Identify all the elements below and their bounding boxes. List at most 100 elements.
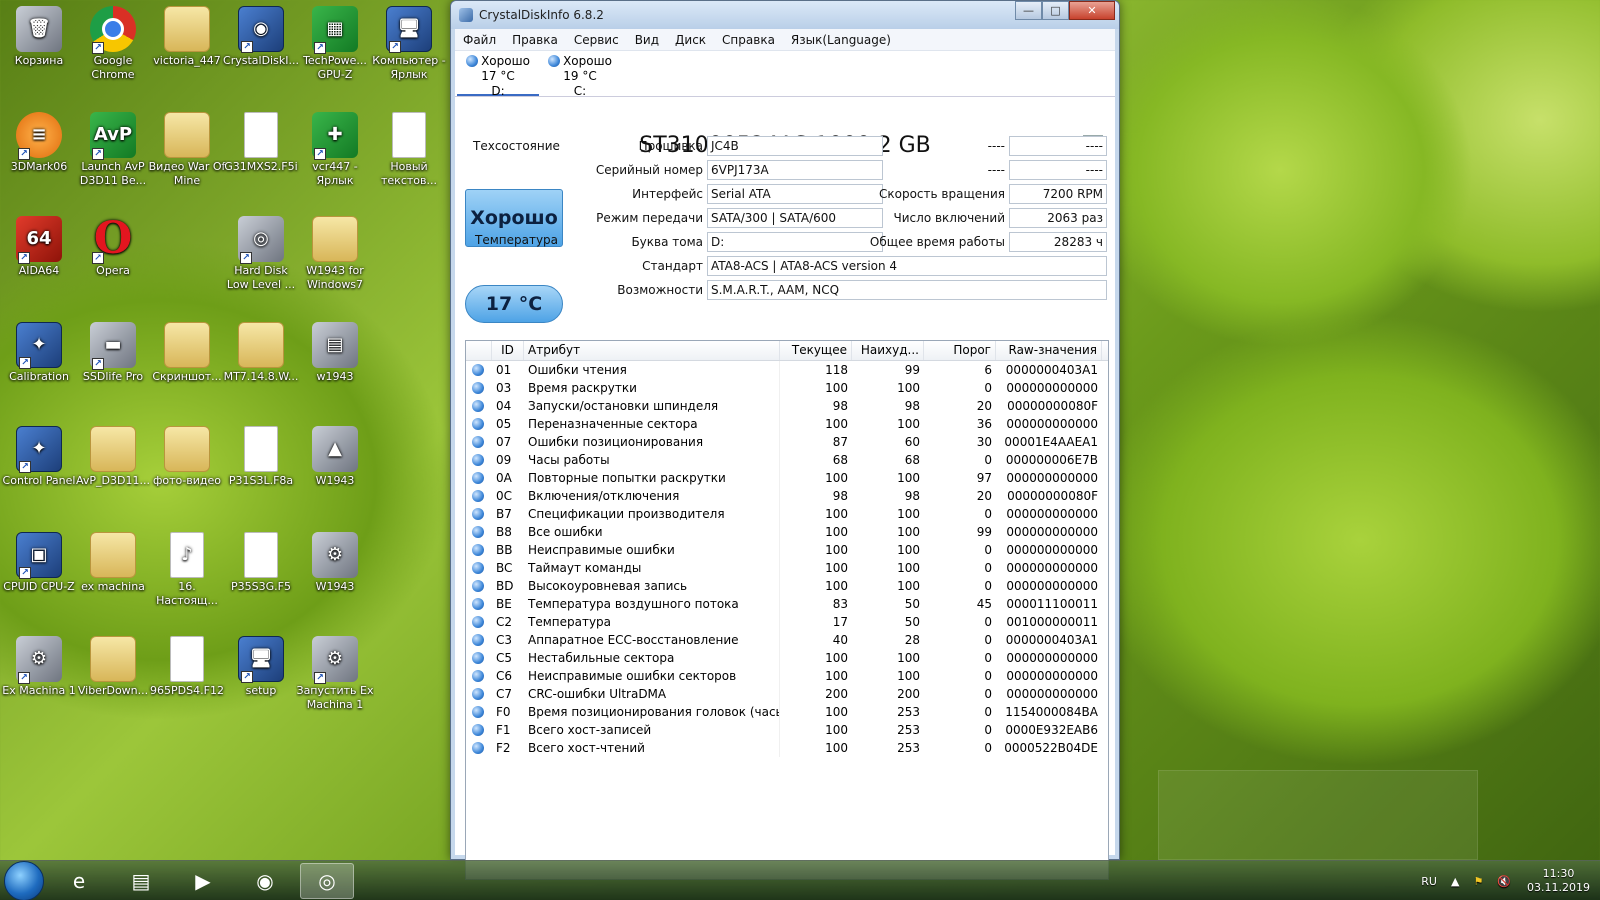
column-header[interactable]: Raw-значения bbox=[996, 341, 1102, 360]
table-row[interactable]: 04 Запуски/остановки шпинделя 98 98 20 000000… bbox=[466, 397, 1108, 415]
flag-icon[interactable]: ⚑ bbox=[1473, 875, 1483, 888]
table-row[interactable]: F0 Время позиционирования головок (часы) 1… bbox=[466, 703, 1108, 721]
table-row[interactable]: B8 Все ошибки 100 100 99 000000000000 bbox=[466, 523, 1108, 541]
drive-tab[interactable]: Хорошо 17 °C D: bbox=[457, 51, 539, 98]
taskbar-app-explorer[interactable]: ▤ bbox=[114, 863, 168, 899]
taskbar-app-chrome[interactable]: ◉ bbox=[238, 863, 292, 899]
desktop-icon-label: ex machina bbox=[81, 580, 145, 593]
desktop-icon[interactable]: P35S3G.F5 bbox=[222, 532, 300, 594]
menu-item[interactable]: Файл bbox=[455, 33, 504, 47]
table-row[interactable]: C7 CRC-ошибки UltraDMA 200 200 0 000000000000 bbox=[466, 685, 1108, 703]
desktop-icon[interactable]: ⚙ ↗ Запустить Ex Machina 1 bbox=[296, 636, 374, 712]
table-row[interactable]: F2 Всего хост-чтений 100 253 0 0000522B04DE bbox=[466, 739, 1108, 757]
table-cell: 100 bbox=[897, 651, 920, 665]
title-bar[interactable]: CrystalDiskInfo 6.8.2 — □ ✕ bbox=[451, 1, 1119, 29]
desktop-icon[interactable]: AvP ↗ Launch AvP D3D11 Be... bbox=[74, 112, 152, 188]
taskbar-app-crystaldisk[interactable]: ◎ bbox=[300, 862, 354, 899]
desktop-icon[interactable]: ▬ ↗ SSDlife Pro bbox=[74, 322, 152, 384]
desktop-icon[interactable]: ViberDown... bbox=[74, 636, 152, 698]
desktop-icon-label: Calibration bbox=[9, 370, 69, 383]
table-row[interactable]: BD Высокоуровневая запись 100 100 0 000000000… bbox=[466, 577, 1108, 595]
desktop-icon[interactable]: victoria_447 bbox=[148, 6, 226, 68]
column-header[interactable]: Порог bbox=[924, 341, 996, 360]
desktop-icon[interactable]: ✚ ↗ vcr447 - Ярлык bbox=[296, 112, 374, 188]
desktop-icon[interactable]: ◎ ↗ Hard Disk Low Level ... bbox=[222, 216, 300, 292]
table-row[interactable]: BE Температура воздушного потока 83 50 45 000… bbox=[466, 595, 1108, 613]
desktop-icon[interactable]: AvP_D3D11... bbox=[74, 426, 152, 488]
desktop-icon[interactable]: ✦ ↗ Calibration bbox=[0, 322, 78, 384]
desktop-icon[interactable]: Новый текстов... bbox=[370, 112, 448, 188]
desktop-icon[interactable]: ▣ ↗ CPUID CPU-Z bbox=[0, 532, 78, 594]
menu-item[interactable]: Справка bbox=[714, 33, 783, 47]
table-row[interactable]: BB Неисправимые ошибки 100 100 0 000000000000 bbox=[466, 541, 1108, 559]
desktop-icon[interactable]: ≡ ↗ 3DMark06 bbox=[0, 112, 78, 174]
desktop-icon[interactable]: ♪ 16. Настоящ... bbox=[148, 532, 226, 608]
column-header[interactable]: Текущее bbox=[780, 341, 852, 360]
desktop-icon[interactable]: 965PDS4.F12 bbox=[148, 636, 226, 698]
table-row[interactable]: BC Таймаут команды 100 100 0 000000000000 bbox=[466, 559, 1108, 577]
desktop-icon[interactable]: Скриншот... bbox=[148, 322, 226, 384]
table-row[interactable]: 03 Время раскрутки 100 100 0 000000000000 bbox=[466, 379, 1108, 397]
drive-tab[interactable]: Хорошо 19 °C C: bbox=[539, 51, 621, 98]
menu-item[interactable]: Диск bbox=[667, 33, 714, 47]
column-header[interactable]: Атрибут bbox=[524, 341, 780, 360]
status-dot-icon bbox=[471, 598, 484, 610]
tray-arrow-icon[interactable]: ▲ bbox=[1451, 875, 1459, 888]
table-row[interactable]: 01 Ошибки чтения 118 99 6 0000000403A1 bbox=[466, 361, 1108, 379]
desktop-icon[interactable]: ◉ ↗ CrystalDiskI... bbox=[222, 6, 300, 68]
desktop-icon[interactable]: 🖥 ↗ setup bbox=[222, 636, 300, 698]
table-row[interactable]: 07 Ошибки позиционирования 87 60 30 00001E4AA… bbox=[466, 433, 1108, 451]
desktop-icon[interactable]: O ↗ Opera bbox=[74, 216, 152, 278]
desktop-icon[interactable]: фото-видео bbox=[148, 426, 226, 488]
table-row[interactable]: C5 Нестабильные сектора 100 100 0 00000000000… bbox=[466, 649, 1108, 667]
desktop-icon[interactable]: P31S3L.F8a bbox=[222, 426, 300, 488]
status-dot-icon bbox=[471, 562, 484, 574]
table-row[interactable]: C2 Температура 17 50 0 001000000011 bbox=[466, 613, 1108, 631]
table-row[interactable]: 0C Включения/отключения 98 98 20 00000000080F bbox=[466, 487, 1108, 505]
maximize-button[interactable]: □ bbox=[1042, 1, 1069, 20]
desktop-icon[interactable]: ▦ ↗ TechPowe... GPU-Z bbox=[296, 6, 374, 82]
desktop-icon-label: G31MXS2.F5i bbox=[224, 160, 298, 173]
close-button[interactable]: ✕ bbox=[1069, 1, 1115, 20]
taskbar-app-ie[interactable]: e bbox=[52, 863, 106, 899]
desktop-icon[interactable]: 🖥 ↗ Компьютер - Ярлык bbox=[370, 6, 448, 82]
column-header[interactable]: ID bbox=[492, 341, 524, 360]
desktop-icon-image: ▣ ↗ bbox=[16, 532, 62, 579]
desktop-icon[interactable]: W1943 for Windows7 bbox=[296, 216, 374, 292]
desktop-icon[interactable]: 64 ↗ AIDA64 bbox=[0, 216, 78, 278]
volume-icon[interactable]: 🔇 bbox=[1497, 875, 1511, 888]
desktop-icon[interactable]: ↗ Google Chrome bbox=[74, 6, 152, 82]
smart-table[interactable]: ID Атрибут Текущее Наихуд... Порог Raw-значен… bbox=[465, 340, 1109, 880]
table-row[interactable]: 0A Повторные попытки раскрутки 100 100 97 000… bbox=[466, 469, 1108, 487]
table-cell: BC bbox=[496, 561, 513, 575]
desktop-icon[interactable]: ▤ w1943 bbox=[296, 322, 374, 384]
clock[interactable]: 11:30 03.11.2019 bbox=[1527, 867, 1590, 895]
table-cell: 100 bbox=[825, 543, 848, 557]
desktop-icon[interactable]: Видео War Of Mine bbox=[148, 112, 226, 188]
table-row[interactable]: C6 Неисправимые ошибки секторов 100 100 0 000… bbox=[466, 667, 1108, 685]
table-row[interactable]: B7 Спецификации производителя 100 100 0 00000… bbox=[466, 505, 1108, 523]
taskbar-app-media[interactable]: ▶ bbox=[176, 863, 230, 899]
desktop-icon[interactable]: ▲ W1943 bbox=[296, 426, 374, 488]
table-row[interactable]: 05 Переназначенные сектора 100 100 36 0000000… bbox=[466, 415, 1108, 433]
extra2-label: ---- bbox=[987, 163, 1005, 177]
desktop-icon[interactable]: 🗑 Корзина bbox=[0, 6, 78, 68]
desktop-icon[interactable]: G31MXS2.F5i bbox=[222, 112, 300, 174]
minimize-button[interactable]: — bbox=[1015, 1, 1042, 20]
desktop-icon[interactable]: ⚙ ↗ Ex Machina 1 bbox=[0, 636, 78, 698]
table-row[interactable]: F1 Всего хост-записей 100 253 0 0000E932EAB6 bbox=[466, 721, 1108, 739]
menu-item[interactable]: Сервис bbox=[566, 33, 627, 47]
language-indicator[interactable]: RU bbox=[1421, 875, 1437, 888]
menu-item[interactable]: Правка bbox=[504, 33, 566, 47]
desktop-icon[interactable]: MT7.14.8.W... bbox=[222, 322, 300, 384]
table-row[interactable]: 09 Часы работы 68 68 0 000000006E7B bbox=[466, 451, 1108, 469]
desktop-icon[interactable]: ✦ ↗ Control Panel bbox=[0, 426, 78, 488]
menu-item[interactable]: Язык(Language) bbox=[783, 33, 899, 47]
menu-item[interactable]: Вид bbox=[627, 33, 667, 47]
desktop-icon[interactable]: ex machina bbox=[74, 532, 152, 594]
row-status bbox=[466, 523, 492, 541]
start-button[interactable] bbox=[4, 860, 44, 900]
table-row[interactable]: C3 Аппаратное ECC-восстановление 40 28 0 0000… bbox=[466, 631, 1108, 649]
desktop-icon[interactable]: ⚙ W1943 bbox=[296, 532, 374, 594]
column-header[interactable]: Наихуд... bbox=[852, 341, 924, 360]
